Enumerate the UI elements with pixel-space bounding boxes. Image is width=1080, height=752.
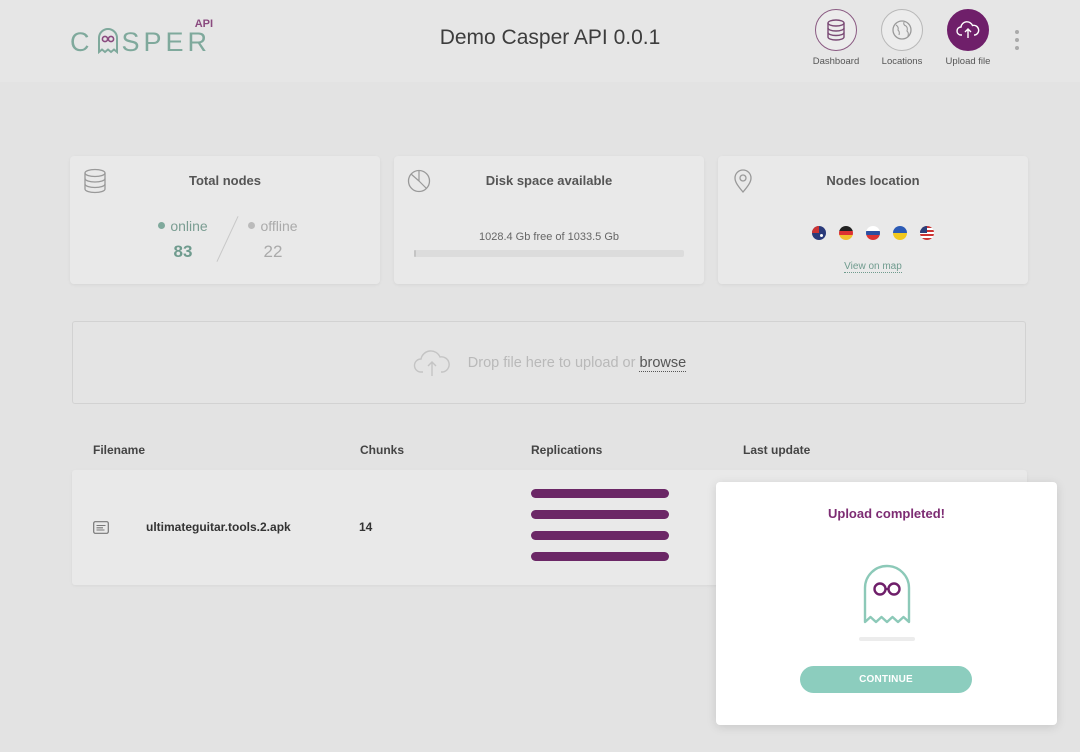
disk-space-card: Disk space available 1028.4 Gb free of 1… [394, 156, 704, 284]
app-header: C SPER API Demo Casper API 0.0.1 Dashboa… [0, 0, 1080, 82]
database-icon [827, 19, 845, 41]
view-on-map-link[interactable]: View on map [718, 261, 1028, 273]
flag-germany-icon [839, 226, 853, 240]
nodes-offline: offline 22 [242, 218, 304, 262]
replication-bar [531, 531, 669, 540]
column-header-filename: Filename [93, 443, 146, 457]
file-icon [93, 521, 109, 534]
continue-button[interactable]: CONTINUE [800, 666, 972, 693]
column-header-replications: Replications [531, 443, 603, 457]
dialog-title: Upload completed! [827, 506, 945, 521]
offline-label: offline [260, 218, 298, 234]
replication-bar [531, 510, 669, 519]
browse-link[interactable]: browse [639, 354, 687, 372]
upload-dropzone[interactable]: Drop file here to upload or browse [72, 321, 1026, 404]
cloud-upload-icon [956, 21, 980, 38]
nav-dashboard[interactable]: Dashboard [810, 9, 862, 67]
more-menu-icon[interactable] [1013, 30, 1021, 50]
flag-australia-icon [812, 226, 826, 240]
disk-space-title: Disk space available [485, 173, 613, 188]
main-nav: Dashboard Locations Upload file [810, 9, 994, 67]
flag-russia-icon [866, 226, 880, 240]
offline-dot-icon [248, 222, 256, 229]
replication-bar [531, 489, 669, 498]
online-count: 83 [173, 242, 193, 261]
online-dot-icon [158, 222, 166, 229]
flag-usa-icon [920, 226, 934, 240]
flag-ukraine-icon [893, 226, 907, 240]
nodes-location-title: Nodes location [826, 173, 920, 188]
nodes-location-card: Nodes location View on map [718, 156, 1028, 284]
disk-space-text: 1028.4 Gb free of 1033.5 Gb [478, 231, 620, 243]
nav-upload-file[interactable]: Upload file [942, 9, 994, 67]
disk-progress-bar [414, 250, 684, 257]
flag-list [718, 226, 1028, 240]
nav-locations-label: Locations [881, 56, 923, 67]
globe-icon [892, 20, 912, 40]
nodes-online: online 83 [152, 218, 214, 262]
nav-dashboard-label: Dashboard [812, 56, 860, 67]
dropzone-text: Drop file here to upload or [467, 354, 636, 371]
total-nodes-title: Total nodes [189, 173, 261, 188]
online-label: online [170, 218, 208, 234]
ghost-shadow [859, 637, 915, 641]
column-header-last-update: Last update [743, 443, 811, 457]
upload-complete-dialog: Upload completed! CONTINUE [716, 482, 1057, 725]
replication-bar [531, 552, 669, 561]
total-nodes-card: Total nodes online 83 offline 22 [70, 156, 380, 284]
nav-locations[interactable]: Locations [876, 9, 928, 67]
chunks-count: 14 [359, 520, 373, 534]
disk-progress-fill [414, 250, 416, 257]
file-name: ultimateguitar.tools.2.apk [146, 520, 291, 534]
cloud-upload-icon [413, 349, 450, 376]
ghost-icon [863, 564, 911, 624]
page: C SPER API Demo Casper API 0.0.1 Dashboa… [0, 0, 1080, 752]
column-header-chunks: Chunks [360, 443, 405, 457]
offline-count: 22 [263, 242, 283, 261]
nav-upload-label: Upload file [945, 56, 991, 67]
nodes-divider [216, 216, 239, 262]
